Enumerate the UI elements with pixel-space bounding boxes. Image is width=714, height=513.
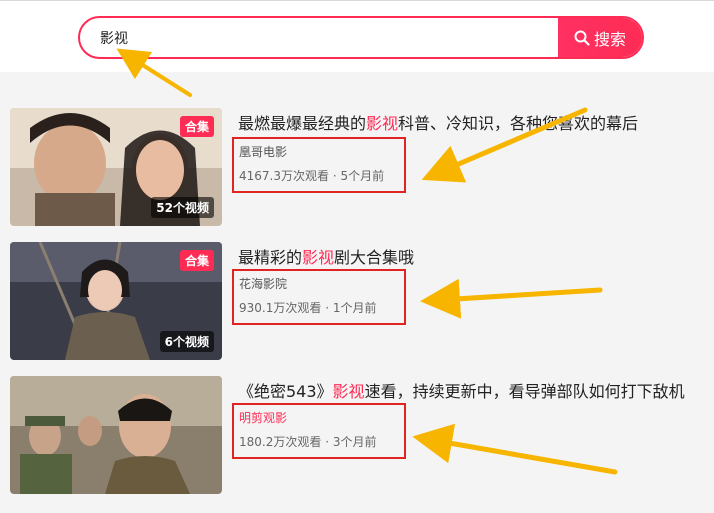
author-name[interactable]: 凰哥电影 — [239, 143, 399, 161]
publish-time: 3个月前 — [332, 435, 377, 449]
view-count: 4167.3万次观看 — [239, 169, 329, 183]
title-highlight: 影视 — [302, 248, 335, 267]
title-text: 科普、冷知识，各种您喜欢的幕后 — [398, 114, 639, 133]
view-count: 180.2万次观看 — [239, 435, 322, 449]
video-thumbnail[interactable] — [10, 376, 222, 494]
author-name[interactable]: 明剪观影 — [239, 409, 399, 427]
title-text: 最燃最爆最经典的 — [238, 114, 367, 133]
video-count-badge: 6个视频 — [159, 331, 214, 352]
publish-time: 5个月前 — [340, 169, 385, 183]
search-header: 搜索 — [0, 0, 714, 72]
title-highlight: 影视 — [366, 114, 399, 133]
video-stats: 4167.3万次观看 · 5个月前 — [239, 167, 399, 185]
title-text: 剧大合集哦 — [334, 248, 415, 267]
search-input[interactable] — [80, 18, 560, 57]
result-list: 合集 52个视频 最燃最爆最经典的影视科普、冷知识，各种您喜欢的幕后 凰哥电影 … — [0, 72, 714, 513]
meta-annotation-box: 凰哥电影 4167.3万次观看 · 5个月前 — [232, 137, 406, 193]
title-text: 最精彩的 — [238, 248, 303, 267]
video-stats: 930.1万次观看 · 1个月前 — [239, 299, 399, 317]
search-button-label: 搜索 — [593, 29, 626, 49]
video-thumbnail[interactable]: 合集 6个视频 — [10, 242, 222, 360]
video-title[interactable]: 《绝密543》影视速看，持续更新中，看导弹部队如何打下敌机 — [238, 378, 685, 402]
separator: · — [325, 435, 330, 449]
title-text: 《绝密543》 — [238, 382, 333, 401]
search-icon — [574, 30, 590, 46]
view-count: 930.1万次观看 — [239, 301, 322, 315]
list-item[interactable]: 合集 6个视频 最精彩的影视剧大合集哦 花海影院 930.1万次观看 · 1个月… — [0, 242, 714, 362]
separator: · — [325, 301, 330, 315]
video-thumbnail[interactable]: 合集 52个视频 — [10, 108, 222, 226]
title-highlight: 影视 — [332, 382, 365, 401]
publish-time: 1个月前 — [332, 301, 377, 315]
list-item[interactable]: 合集 52个视频 最燃最爆最经典的影视科普、冷知识，各种您喜欢的幕后 凰哥电影 … — [0, 108, 714, 228]
meta-annotation-box: 明剪观影 180.2万次观看 · 3个月前 — [232, 403, 406, 459]
search-button[interactable]: 搜索 — [558, 18, 642, 57]
video-title[interactable]: 最精彩的影视剧大合集哦 — [238, 244, 414, 268]
meta-annotation-box: 花海影院 930.1万次观看 · 1个月前 — [232, 269, 406, 325]
collection-badge: 合集 — [179, 116, 214, 137]
author-name[interactable]: 花海影院 — [239, 275, 399, 293]
video-stats: 180.2万次观看 · 3个月前 — [239, 433, 399, 451]
separator: · — [332, 169, 337, 183]
video-count-badge: 52个视频 — [151, 197, 214, 218]
video-title[interactable]: 最燃最爆最经典的影视科普、冷知识，各种您喜欢的幕后 — [238, 110, 638, 134]
list-item[interactable]: 《绝密543》影视速看，持续更新中，看导弹部队如何打下敌机 明剪观影 180.2… — [0, 376, 714, 496]
search-bar: 搜索 — [78, 16, 644, 59]
collection-badge: 合集 — [179, 250, 214, 271]
title-text: 速看，持续更新中，看导弹部队如何打下敌机 — [364, 382, 685, 401]
